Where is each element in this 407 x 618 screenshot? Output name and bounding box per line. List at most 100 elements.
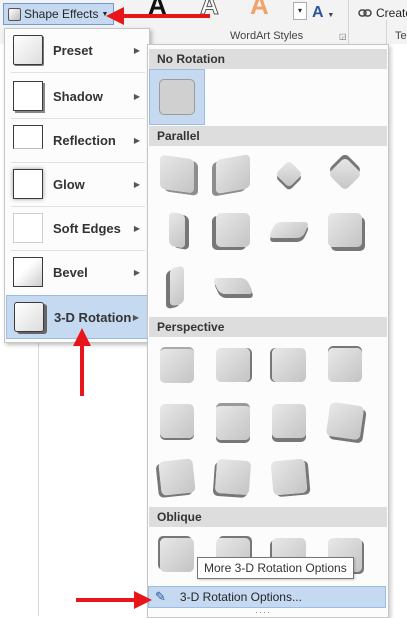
wordart-style-2[interactable]: A [200, 0, 220, 21]
section-header-parallel: Parallel [149, 126, 387, 146]
3d-rotation-icon [14, 302, 44, 332]
menu-item-label: Reflection [53, 132, 116, 148]
3d-rotation-options-icon: ✎ [155, 589, 166, 604]
menu-item-label: Shadow [53, 88, 103, 104]
preset-parallel[interactable] [317, 202, 373, 258]
preset-perspective[interactable] [205, 393, 261, 449]
preset-parallel[interactable] [317, 146, 373, 202]
bevel-icon [13, 257, 43, 287]
chevron-right-icon: ▶ [133, 267, 140, 277]
shape-effects-button[interactable]: Shape Effects ▼ [3, 3, 115, 25]
menu-item-bevel[interactable]: Bevel ▶ [6, 251, 148, 293]
menu-item-label: Preset [53, 42, 93, 58]
glow-icon [13, 169, 43, 199]
text-effects-icon: A [312, 4, 323, 21]
preset-parallel[interactable] [205, 202, 261, 258]
tooltip: More 3-D Rotation Options [197, 557, 354, 579]
preset-thumbnail [272, 348, 306, 382]
preset-parallel[interactable] [149, 202, 205, 258]
menu-item-3d-rotation[interactable]: 3-D Rotation ▶ [6, 295, 148, 339]
create-link-button[interactable]: Create [358, 6, 407, 20]
preset-thumbnail [328, 213, 362, 247]
preset-perspective[interactable] [149, 337, 205, 393]
shadow-icon [13, 81, 43, 111]
3d-rotation-gallery: No Rotation Parallel Perspective Oblique [147, 44, 389, 618]
shape-effects-menu: Preset ▶ Shadow ▶ Reflection ▶ Glow ▶ So… [4, 28, 150, 343]
preset-thumbnail [272, 404, 306, 438]
preset-parallel[interactable] [149, 146, 205, 202]
preset-parallel[interactable] [261, 146, 317, 202]
chevron-right-icon: ▶ [133, 179, 140, 189]
preset-icon [13, 35, 43, 65]
text-group-label: Te [395, 30, 407, 42]
preset-parallel[interactable] [149, 258, 205, 314]
preset-thumbnail [216, 154, 250, 194]
chevron-down-icon: ▼ [327, 12, 335, 19]
preset-thumbnail [160, 404, 194, 438]
wordart-gallery-more-button[interactable]: ▾ [293, 2, 307, 20]
preset-perspective[interactable] [261, 449, 317, 505]
preset-parallel[interactable] [205, 146, 261, 202]
preset-thumbnail [216, 348, 250, 382]
section-header-oblique: Oblique [149, 507, 387, 527]
menu-item-reflection[interactable]: Reflection ▶ [6, 119, 148, 161]
divider [386, 20, 387, 44]
wordart-style-1[interactable]: A [148, 0, 167, 21]
preset-perspective[interactable] [261, 337, 317, 393]
link-icon [358, 9, 372, 17]
menu-item-label: 3-D Rotation [54, 309, 132, 325]
soft-edges-icon [13, 213, 43, 243]
preset-thumbnail [216, 402, 250, 440]
preset-perspective[interactable] [317, 393, 373, 449]
preset-thumbnail [160, 154, 194, 194]
section-header-no-rotation: No Rotation [149, 49, 387, 69]
3d-rotation-options-button[interactable]: ✎ 3-D Rotation Options... [148, 586, 386, 608]
preset-thumbnail [212, 278, 254, 294]
chevron-right-icon: ▶ [133, 91, 140, 101]
preset-parallel[interactable] [205, 258, 261, 314]
preset-perspective[interactable] [205, 449, 261, 505]
menu-item-shadow[interactable]: Shadow ▶ [6, 75, 148, 117]
reflection-icon [13, 125, 43, 149]
chevron-down-icon: ▼ [101, 10, 109, 18]
chevron-right-icon: ▶ [132, 312, 139, 322]
menu-item-glow[interactable]: Glow ▶ [6, 163, 148, 205]
preset-no-rotation[interactable] [149, 69, 205, 125]
menu-item-label: Soft Edges [53, 220, 121, 236]
preset-thumbnail [214, 458, 252, 496]
preset-thumbnail [270, 458, 308, 496]
menu-item-soft-edges[interactable]: Soft Edges ▶ [6, 207, 148, 249]
chevron-right-icon: ▶ [133, 45, 140, 55]
chevron-right-icon: ▶ [133, 223, 140, 233]
section-header-perspective: Perspective [149, 317, 387, 337]
preset-thumbnail [325, 401, 365, 441]
menu-item-label: Bevel [53, 264, 88, 280]
shape-effects-label: Shape Effects [24, 7, 99, 21]
preset-perspective[interactable] [149, 449, 205, 505]
menu-item-label: Glow [53, 176, 85, 192]
preset-perspective[interactable] [149, 393, 205, 449]
preset-thumbnail [170, 265, 184, 307]
preset-thumbnail [328, 157, 362, 191]
preset-perspective[interactable] [317, 337, 373, 393]
preset-thumbnail [275, 160, 303, 188]
text-effects-button[interactable]: A ▼ [312, 4, 334, 22]
shape-effects-icon [8, 7, 21, 21]
wordart-style-3[interactable]: A [250, 0, 269, 21]
wordart-group-label: WordArt Styles [230, 30, 304, 42]
preset-thumbnail [160, 538, 194, 572]
divider [348, 0, 349, 44]
preset-thumbnail [159, 79, 195, 115]
preset-parallel[interactable] [261, 202, 317, 258]
create-label: Create [376, 6, 407, 20]
3d-rotation-options-label: 3-D Rotation Options... [179, 590, 302, 604]
preset-thumbnail [158, 458, 196, 496]
preset-thumbnail [268, 222, 310, 238]
dialog-launcher-icon[interactable]: ◲ [339, 32, 347, 41]
preset-thumbnail [328, 348, 362, 382]
preset-perspective[interactable] [205, 337, 261, 393]
preset-perspective[interactable] [261, 393, 317, 449]
menu-item-preset[interactable]: Preset ▶ [6, 29, 148, 71]
preset-thumbnail [160, 347, 194, 383]
chevron-right-icon: ▶ [133, 135, 140, 145]
